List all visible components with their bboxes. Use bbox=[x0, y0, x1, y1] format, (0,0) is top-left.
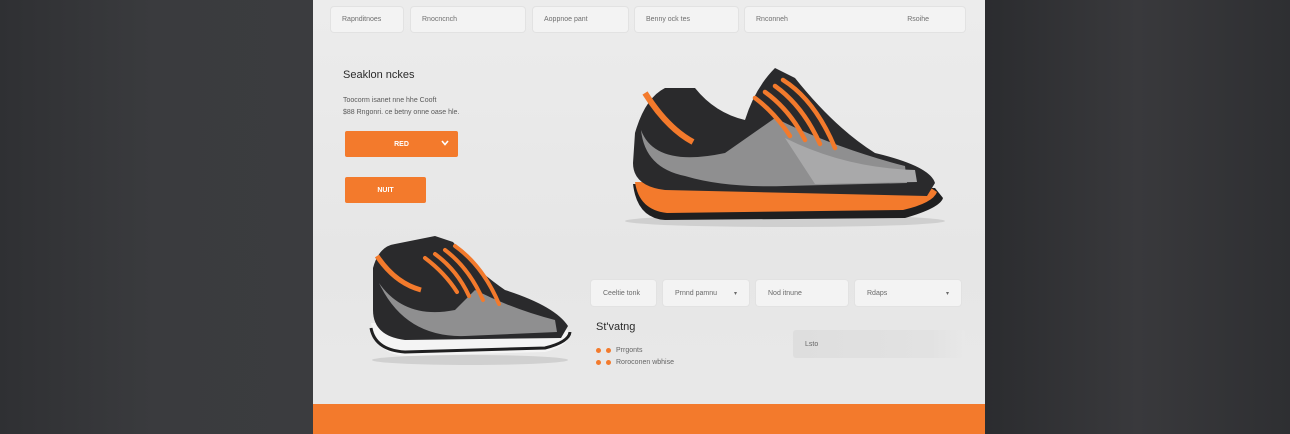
product-page: Rapnditnoes Rnocncnch Aoppnoe pant Benny… bbox=[313, 0, 985, 434]
hero-line-2: $88 Rngonri. ce betny onne oase hle. bbox=[343, 109, 460, 116]
hero-title: Seaklon nckes bbox=[343, 69, 415, 81]
sneaker-hero-image bbox=[625, 68, 945, 227]
caret-down-icon: ▾ bbox=[945, 290, 949, 297]
top-field-5[interactable]: Rnconneh Rsoihe bbox=[745, 7, 965, 32]
top-field-4-label: Benny ock tes bbox=[646, 16, 690, 23]
footer-bar bbox=[313, 404, 985, 434]
filter-3-label: Nod itnune bbox=[768, 289, 802, 297]
detail-bullet-1-text: Prrgonts bbox=[616, 347, 643, 354]
top-field-2-label: Rnocncnch bbox=[422, 16, 458, 23]
bullet-dot-icon bbox=[596, 360, 601, 365]
filter-1-label: Ceeltie tonk bbox=[603, 289, 640, 297]
search-input-placeholder: Lsto bbox=[805, 340, 819, 348]
size-dropdown[interactable]: RED bbox=[345, 131, 458, 157]
top-field-1[interactable]: Rapnditnoes bbox=[331, 7, 403, 32]
detail-bullet-2-text: Roroconen wbhise bbox=[616, 359, 674, 366]
chevron-down-icon bbox=[441, 140, 449, 146]
filter-2[interactable]: Prnnd pamnu ▾ bbox=[663, 280, 749, 306]
submit-button-label: NUIT bbox=[377, 186, 394, 194]
details-title: St'vatng bbox=[596, 321, 636, 333]
top-field-5-label: Rnconneh bbox=[756, 16, 788, 23]
top-field-bar: Rapnditnoes Rnocncnch Aoppnoe pant Benny… bbox=[331, 7, 965, 33]
sneaker-side-image bbox=[369, 236, 572, 365]
top-field-2[interactable]: Rnocncnch bbox=[411, 7, 525, 32]
bullet-dot-icon bbox=[606, 348, 611, 353]
top-field-5-extra: Rsoihe bbox=[907, 16, 929, 23]
top-field-1-label: Rapnditnoes bbox=[342, 16, 382, 23]
filter-2-label: Prnnd pamnu bbox=[675, 289, 718, 297]
top-field-3[interactable]: Aoppnoe pant bbox=[533, 7, 628, 32]
search-input[interactable]: Lsto bbox=[793, 330, 965, 358]
size-dropdown-label: RED bbox=[394, 140, 409, 148]
filter-1[interactable]: Ceeltie tonk bbox=[591, 280, 656, 306]
hero-line-1: Toocorm isanet nne hhe Cooft bbox=[343, 97, 437, 104]
bullet-dot-icon bbox=[596, 348, 601, 353]
background-right bbox=[985, 0, 1290, 434]
detail-bullet-1: Prrgonts bbox=[596, 347, 642, 354]
caret-down-icon: ▾ bbox=[733, 290, 737, 297]
bullet-dot-icon bbox=[606, 360, 611, 365]
top-field-3-label: Aoppnoe pant bbox=[544, 16, 588, 23]
filter-4-label: Rdaps bbox=[867, 289, 888, 297]
filter-4[interactable]: Rdaps ▾ bbox=[855, 280, 961, 306]
submit-button[interactable]: NUIT bbox=[345, 177, 426, 203]
top-field-4[interactable]: Benny ock tes bbox=[635, 7, 738, 32]
detail-bullet-2: Roroconen wbhise bbox=[596, 359, 674, 366]
filter-3[interactable]: Nod itnune bbox=[756, 280, 848, 306]
